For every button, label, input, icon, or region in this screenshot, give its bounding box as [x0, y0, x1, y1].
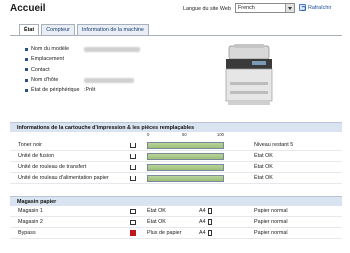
paper-size-label: A4: [199, 208, 206, 214]
refresh-icon: [299, 4, 306, 11]
paper-size-label: A4: [199, 230, 206, 236]
device-state-value: :Prêt: [84, 87, 96, 94]
cartridge-section: Informations de la cartouche d'impressio…: [10, 122, 342, 184]
bullet-icon: [25, 88, 28, 92]
scale-label-50: 50: [182, 132, 187, 137]
item-status: État OK: [254, 164, 273, 170]
info-row-location: Emplacement: [25, 54, 140, 64]
cartridge-row: Toner noir Niveau restant 5: [10, 140, 342, 151]
info-label: Nom du modèle: [31, 46, 70, 53]
tray-icon: [130, 219, 136, 225]
bullet-icon: [25, 78, 28, 82]
toner-icon: [130, 142, 136, 148]
unit-icon: [130, 153, 136, 159]
redacted-value: [84, 77, 134, 83]
tray-label: Bypass: [18, 230, 36, 236]
tray-icon: [130, 208, 136, 214]
info-label: Nom d'hôte: [31, 77, 59, 84]
cartridge-row: Unité de fusion État OK: [10, 151, 342, 162]
level-bar: [147, 174, 224, 182]
item-label: Unité de fusion: [18, 153, 54, 159]
tray-label: Magasin 2: [18, 219, 43, 225]
paper-row: Bypass Plus de papier A4 Papier normal: [10, 228, 342, 239]
refresh-label: Rafraîchir: [308, 4, 332, 11]
item-status: État OK: [254, 175, 273, 181]
tray-status: Plus de papier: [147, 230, 182, 236]
level-bar: [147, 152, 224, 160]
paper-size: A4: [199, 208, 212, 214]
paper-size: A4: [199, 219, 212, 225]
language-select[interactable]: French: [235, 3, 295, 13]
bullet-icon: [25, 57, 28, 61]
item-status: Niveau restant 5: [254, 142, 294, 148]
info-label: État de périphérique: [31, 87, 80, 94]
tab-information-machine[interactable]: Information de la machine: [76, 24, 149, 35]
level-scale: 0 50 100: [143, 132, 233, 140]
paper-type: Papier normal: [254, 219, 288, 225]
device-info-list: Nom du modèle Emplacement Contact Nom d'…: [25, 44, 140, 95]
info-row-model: Nom du modèle: [25, 44, 140, 54]
page-title: Accueil: [10, 3, 46, 14]
refresh-link[interactable]: Rafraîchir: [299, 4, 331, 11]
info-label: Contact: [31, 66, 50, 73]
paper-sheet-icon: [207, 230, 212, 236]
paper-type: Papier normal: [254, 230, 288, 236]
language-select-value: French: [238, 5, 255, 11]
paper-row: Magasin 1 État OK A4 Papier normal: [10, 206, 342, 217]
unit-icon: [130, 175, 136, 181]
info-label: Emplacement: [31, 56, 64, 63]
unit-icon: [130, 164, 136, 170]
bullet-icon: [25, 68, 28, 72]
redacted-value: [84, 46, 140, 52]
scale-row: 0 50 100: [10, 132, 342, 140]
cartridge-heading: Informations de la cartouche d'impressio…: [10, 122, 342, 132]
printer-image: [225, 44, 273, 105]
scale-label-0: 0: [147, 132, 150, 137]
tab-compteur[interactable]: Compteur: [41, 24, 75, 35]
item-label: Unité de rouleau d'alimentation papier: [18, 175, 109, 181]
cartridge-row: Unité de rouleau d'alimentation papier É…: [10, 173, 342, 184]
tray-status: État OK: [147, 219, 166, 225]
paper-sheet-icon: [207, 219, 212, 225]
bullet-icon: [25, 47, 28, 51]
language-label: Langue du site Web: [183, 6, 231, 12]
chevron-down-icon[interactable]: [285, 4, 294, 12]
item-status: État OK: [254, 153, 273, 159]
paper-section: Magasin papier Magasin 1 État OK A4 Papi…: [10, 196, 342, 239]
paper-row: Magasin 2 État OK A4 Papier normal: [10, 217, 342, 228]
tab-divider: [10, 35, 342, 36]
item-label: Toner noir: [18, 142, 42, 148]
info-row-hostname: Nom d'hôte: [25, 75, 140, 85]
info-row-contact: Contact: [25, 65, 140, 75]
tray-label: Magasin 1: [18, 208, 43, 214]
tray-status: État OK: [147, 208, 166, 214]
paper-sheet-icon: [207, 208, 212, 214]
level-bar: [147, 163, 224, 171]
paper-empty-alert-icon: [130, 230, 136, 236]
item-label: Unité de rouleau de transfert: [18, 164, 87, 170]
info-row-device-state: État de périphérique :Prêt: [25, 85, 140, 95]
paper-type: Papier normal: [254, 208, 288, 214]
paper-size-label: A4: [199, 219, 206, 225]
cartridge-row: Unité de rouleau de transfert État OK: [10, 162, 342, 173]
paper-heading: Magasin papier: [10, 196, 342, 206]
paper-size: A4: [199, 230, 212, 236]
scale-label-100: 100: [217, 132, 224, 137]
level-bar: [147, 141, 224, 149]
